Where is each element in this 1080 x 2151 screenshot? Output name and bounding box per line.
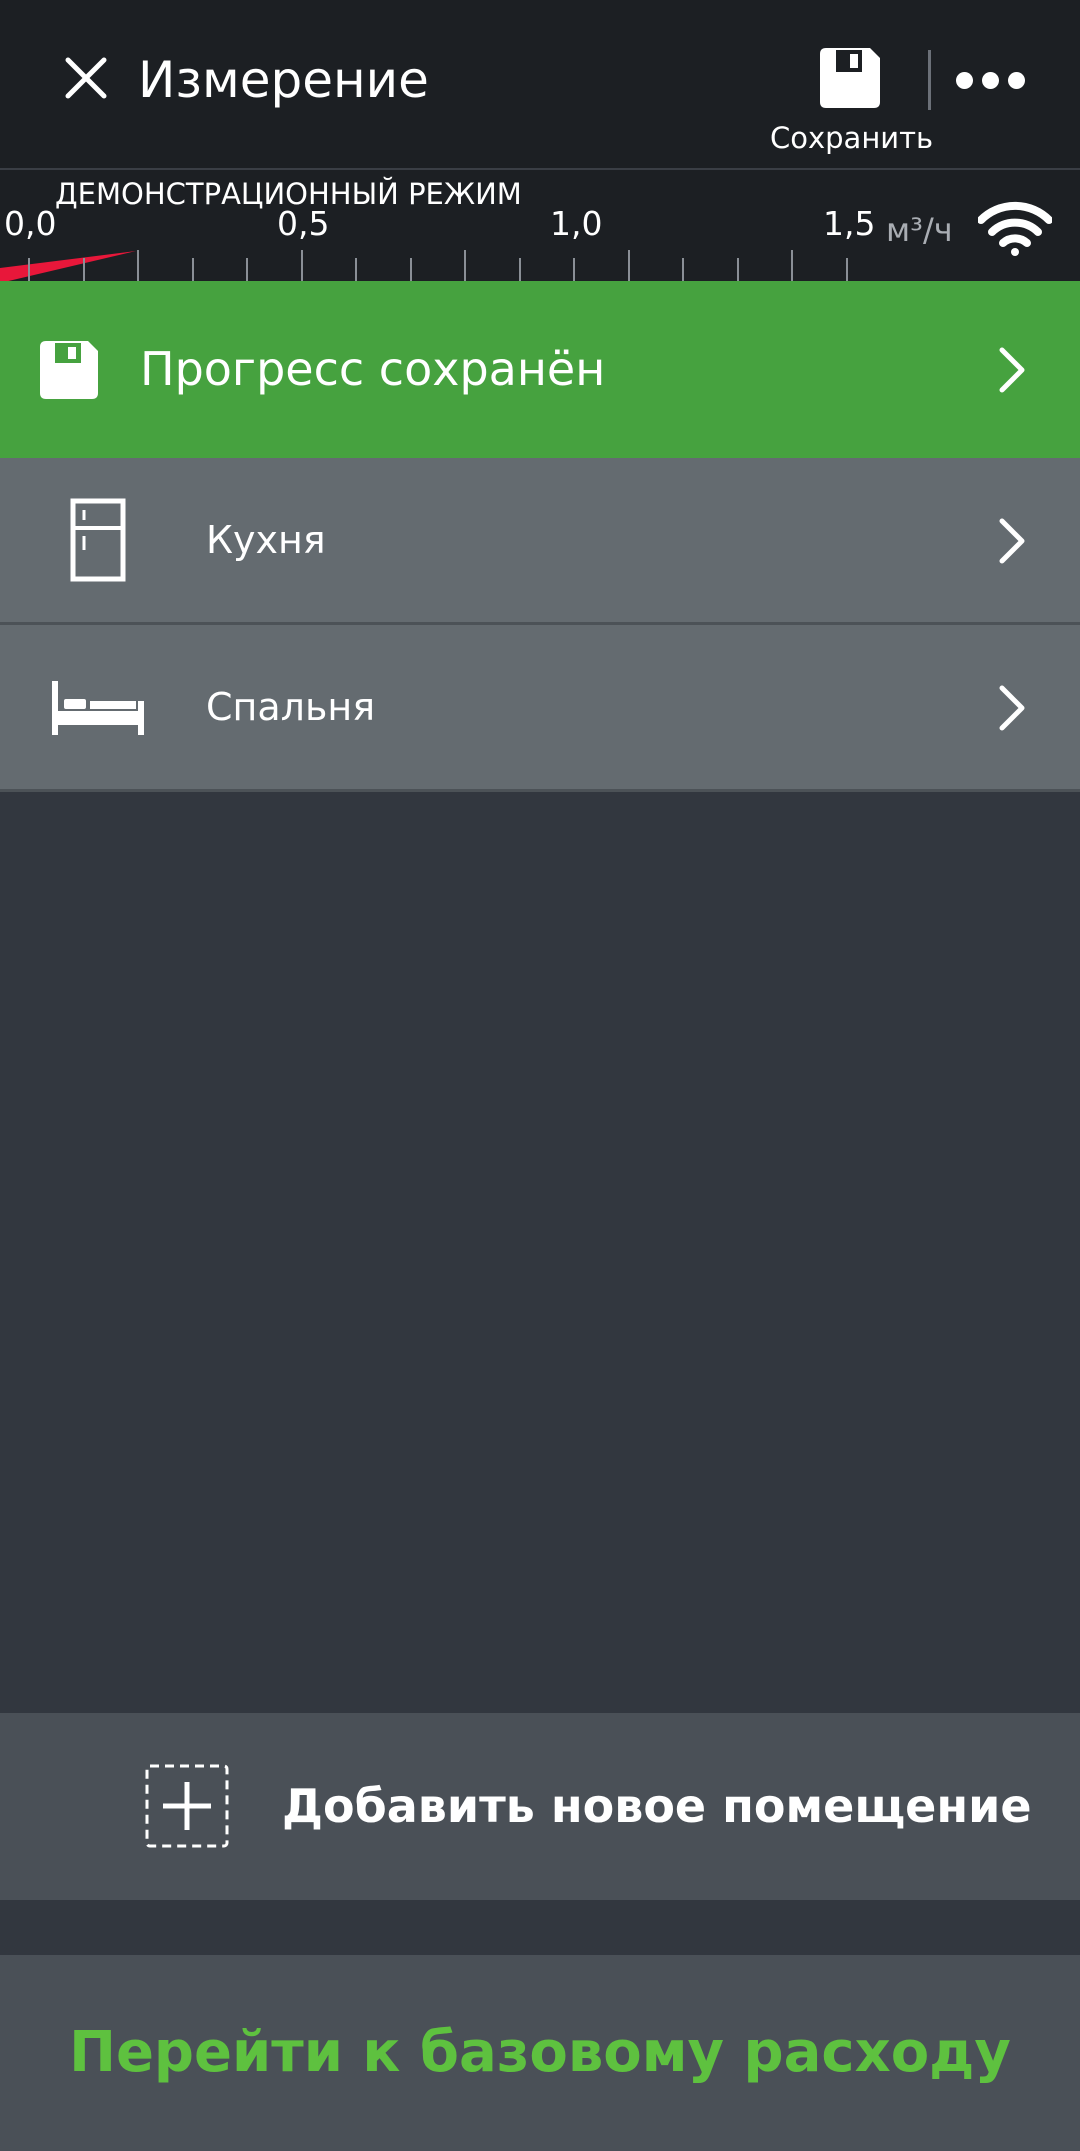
room-label-kitchen: Кухня	[206, 518, 326, 562]
scale-label-3: 1,5	[823, 204, 876, 243]
save-label: Сохранить	[770, 121, 934, 155]
progress-saved-row[interactable]: Прогресс сохранён	[0, 281, 1080, 458]
add-room-button[interactable]: Добавить новое помещение	[0, 1713, 1080, 1900]
floppy-disk-icon	[40, 341, 98, 399]
add-room-label: Добавить новое помещение	[282, 1779, 1032, 1833]
room-label-bedroom: Спальня	[206, 685, 376, 729]
fridge-icon	[70, 498, 126, 582]
close-button[interactable]	[50, 42, 122, 114]
progress-saved-label: Прогресс сохранён	[140, 342, 606, 396]
flow-unit-label: м³/ч	[886, 211, 953, 249]
flow-indicator	[0, 251, 136, 283]
room-row-bedroom[interactable]: Спальня	[0, 625, 1080, 792]
floppy-disk-icon	[820, 48, 880, 108]
go-to-baseline-label: Перейти к базовому расходу	[69, 2020, 1011, 2085]
room-row-kitchen[interactable]: Кухня	[0, 458, 1080, 625]
app-screen: Измерение Сохранить ДЕМОНСТРАЦИОННЫЙ РЕЖ…	[0, 0, 1080, 2151]
wifi-icon	[978, 201, 1052, 256]
top-app-bar: Измерение Сохранить	[0, 0, 1080, 168]
chevron-right-icon	[999, 347, 1025, 393]
add-dashed-icon	[145, 1764, 229, 1848]
toolbar-divider	[928, 50, 931, 110]
scale-label-1: 0,5	[277, 204, 330, 243]
flow-meter-scale: ДЕМОНСТРАЦИОННЫЙ РЕЖИМ 0,0 0,5 1,0 1,5 м…	[0, 168, 1080, 283]
close-icon	[65, 57, 107, 99]
scale-label-0: 0,0	[4, 204, 57, 243]
go-to-baseline-button[interactable]: Перейти к базовому расходу	[0, 1955, 1080, 2151]
more-dots-icon	[955, 71, 973, 89]
section-spacer	[0, 1900, 1080, 1955]
scale-label-2: 1,0	[550, 204, 603, 243]
chevron-right-icon	[999, 518, 1025, 564]
more-options-button[interactable]	[950, 50, 1030, 110]
chevron-right-icon	[999, 685, 1025, 731]
save-button[interactable]: Сохранить	[770, 44, 934, 162]
bed-icon	[52, 681, 144, 735]
scale-ticks	[0, 250, 848, 283]
page-title: Измерение	[138, 51, 429, 109]
